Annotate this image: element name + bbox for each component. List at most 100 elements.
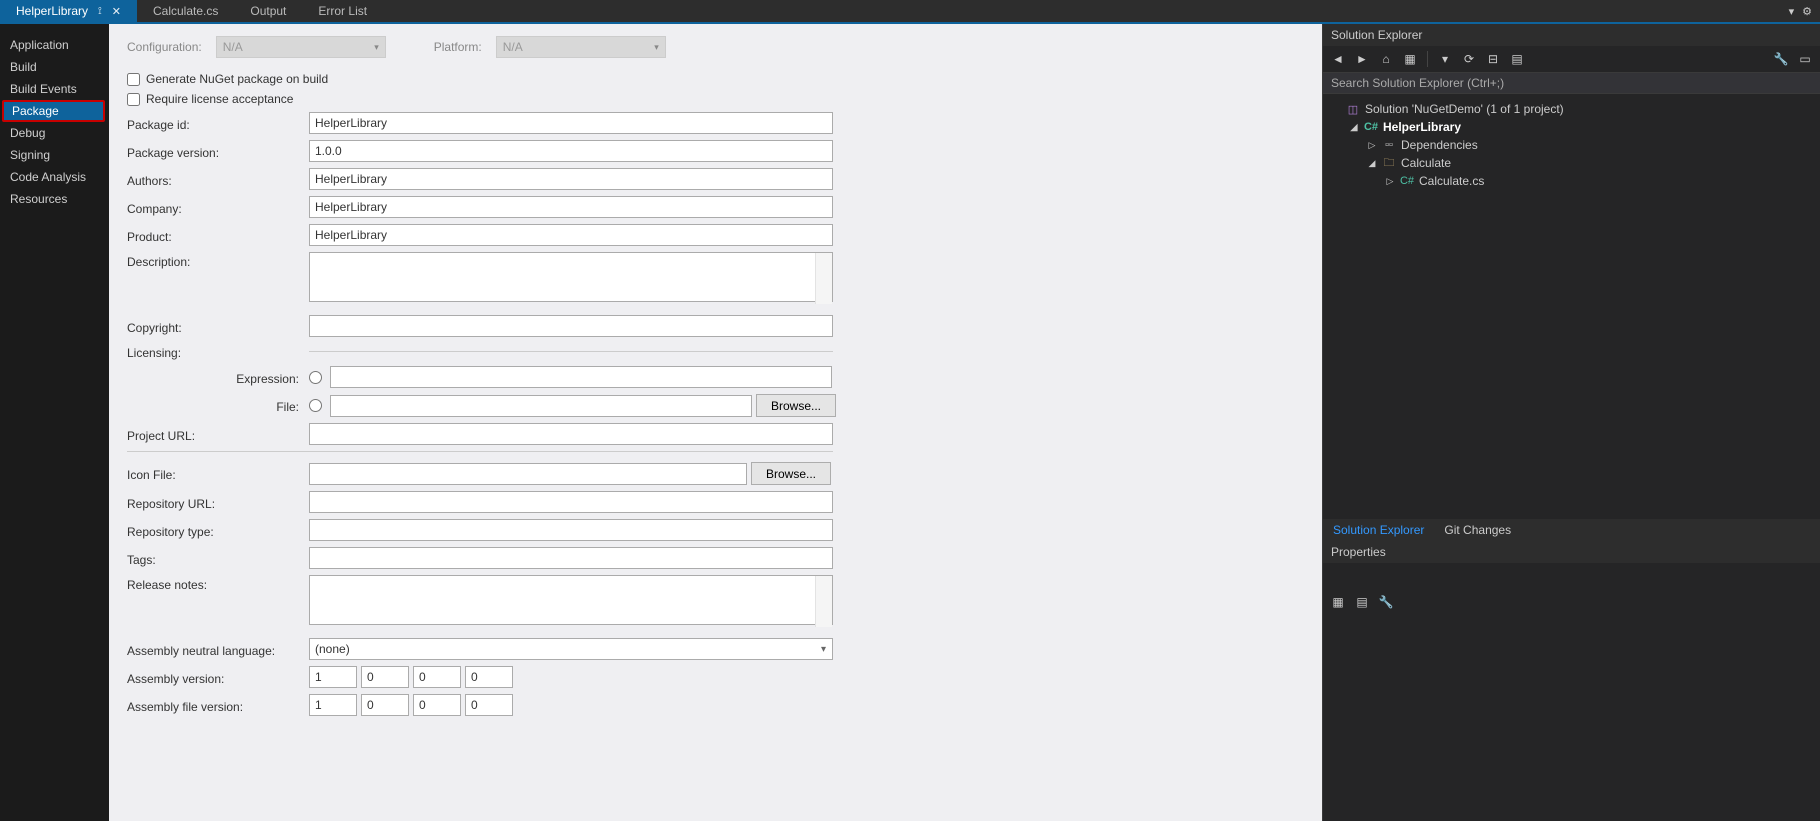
repo-type-input[interactable] xyxy=(309,519,833,541)
categorized-icon[interactable]: ▦ xyxy=(1329,593,1347,611)
close-icon[interactable]: ✕ xyxy=(112,5,121,18)
license-file-label: File: xyxy=(127,397,309,414)
asm-version-build[interactable] xyxy=(413,666,461,688)
chevron-down-icon[interactable]: ▾ xyxy=(1789,5,1795,18)
repo-url-input[interactable] xyxy=(309,491,833,513)
generate-nuget-checkbox[interactable] xyxy=(127,73,140,86)
asm-version-rev[interactable] xyxy=(465,666,513,688)
asm-file-version-minor[interactable] xyxy=(361,694,409,716)
dependencies-icon: ▫▫ xyxy=(1381,139,1397,151)
dependencies-label: Dependencies xyxy=(1401,138,1478,152)
configuration-dropdown: N/A xyxy=(216,36,386,58)
copyright-label: Copyright: xyxy=(127,318,309,335)
home-icon[interactable]: ⌂ xyxy=(1377,50,1395,68)
nav-signing[interactable]: Signing xyxy=(0,144,109,166)
nav-code-analysis[interactable]: Code Analysis xyxy=(0,166,109,188)
filter-icon[interactable]: ▾ xyxy=(1436,50,1454,68)
tab-solution-explorer[interactable]: Solution Explorer xyxy=(1323,519,1434,541)
file-node[interactable]: ▷C# Calculate.cs xyxy=(1327,172,1816,190)
license-file-input[interactable] xyxy=(330,395,752,417)
folder-label: Calculate xyxy=(1401,156,1451,170)
solution-search-input[interactable]: Search Solution Explorer (Ctrl+;) xyxy=(1323,73,1820,94)
gear-icon[interactable]: ⚙ xyxy=(1802,5,1812,18)
generate-nuget-label: Generate NuGet package on build xyxy=(146,72,328,86)
show-all-icon[interactable]: ▤ xyxy=(1508,50,1526,68)
collapse-icon[interactable]: ⊟ xyxy=(1484,50,1502,68)
file-label: Calculate.cs xyxy=(1419,174,1484,188)
nav-build-events[interactable]: Build Events xyxy=(0,78,109,100)
asm-neutral-value: (none) xyxy=(315,642,350,656)
release-notes-input[interactable] xyxy=(309,575,833,625)
configuration-label: Configuration: xyxy=(127,40,202,54)
alphabetical-icon[interactable]: ▤ xyxy=(1353,593,1371,611)
asm-neutral-dropdown[interactable]: (none) xyxy=(309,638,833,660)
icon-browse-button[interactable]: Browse... xyxy=(751,462,831,485)
tab-calculate[interactable]: Calculate.cs xyxy=(137,0,234,22)
csharp-project-icon: C# xyxy=(1363,121,1379,133)
tags-label: Tags: xyxy=(127,550,309,567)
require-license-label: Require license acceptance xyxy=(146,92,293,106)
tab-git-changes[interactable]: Git Changes xyxy=(1434,519,1521,541)
property-pages-icon[interactable]: 🔧 xyxy=(1377,593,1395,611)
tab-helperlibrary[interactable]: HelperLibrary ⟟ ✕ xyxy=(0,0,137,22)
require-license-checkbox[interactable] xyxy=(127,93,140,106)
description-input[interactable] xyxy=(309,252,833,302)
tab-output[interactable]: Output xyxy=(234,0,302,22)
product-input[interactable] xyxy=(309,224,833,246)
document-tabs: HelperLibrary ⟟ ✕ Calculate.cs Output Er… xyxy=(0,0,1820,24)
nav-application[interactable]: Application xyxy=(0,34,109,56)
platform-dropdown: N/A xyxy=(496,36,666,58)
nav-package[interactable]: Package xyxy=(2,100,105,122)
solution-icon: ◫ xyxy=(1345,103,1361,116)
refresh-icon[interactable]: ⟳ xyxy=(1460,50,1478,68)
project-node[interactable]: ◢C# HelperLibrary xyxy=(1327,118,1816,136)
authors-input[interactable] xyxy=(309,168,833,190)
csharp-file-icon: C# xyxy=(1399,175,1415,187)
package-version-label: Package version: xyxy=(127,143,309,160)
nav-resources[interactable]: Resources xyxy=(0,188,109,210)
asm-version-minor[interactable] xyxy=(361,666,409,688)
tab-errorlist[interactable]: Error List xyxy=(302,0,383,22)
forward-icon[interactable]: ► xyxy=(1353,50,1371,68)
tags-input[interactable] xyxy=(309,547,833,569)
license-browse-button[interactable]: Browse... xyxy=(756,394,836,417)
pin-icon[interactable]: ⟟ xyxy=(98,6,102,17)
license-file-radio[interactable] xyxy=(309,399,322,412)
right-panel-tabs: Solution Explorer Git Changes xyxy=(1323,519,1820,541)
copyright-input[interactable] xyxy=(309,315,833,337)
project-url-input[interactable] xyxy=(309,423,833,445)
authors-label: Authors: xyxy=(127,171,309,188)
properties-title: Properties xyxy=(1323,541,1820,563)
description-label: Description: xyxy=(127,252,309,269)
project-url-label: Project URL: xyxy=(127,426,309,443)
back-icon[interactable]: ◄ xyxy=(1329,50,1347,68)
company-input[interactable] xyxy=(309,196,833,218)
asm-version-major[interactable] xyxy=(309,666,357,688)
tab-label: Calculate.cs xyxy=(153,4,218,18)
preview-icon[interactable]: ▭ xyxy=(1796,50,1814,68)
nav-build[interactable]: Build xyxy=(0,56,109,78)
folder-node[interactable]: ◢🗀 Calculate xyxy=(1327,154,1816,172)
icon-file-input[interactable] xyxy=(309,463,747,485)
asm-version-label: Assembly version: xyxy=(127,669,309,686)
expression-input[interactable] xyxy=(330,366,832,388)
asm-file-version-rev[interactable] xyxy=(465,694,513,716)
tab-label: HelperLibrary xyxy=(16,4,88,18)
properties-icon[interactable]: 🔧 xyxy=(1772,50,1790,68)
package-id-label: Package id: xyxy=(127,115,309,132)
repo-url-label: Repository URL: xyxy=(127,494,309,511)
project-settings-nav: Application Build Build Events Package D… xyxy=(0,24,109,821)
asm-file-version-build[interactable] xyxy=(413,694,461,716)
solution-node[interactable]: ◫ Solution 'NuGetDemo' (1 of 1 project) xyxy=(1327,100,1816,118)
asm-file-version-major[interactable] xyxy=(309,694,357,716)
project-label: HelperLibrary xyxy=(1383,120,1461,134)
company-label: Company: xyxy=(127,199,309,216)
solution-explorer-toolbar: ◄ ► ⌂ ▦ ▾ ⟳ ⊟ ▤ 🔧 ▭ xyxy=(1323,46,1820,73)
package-id-input[interactable] xyxy=(309,112,833,134)
properties-toolbar: ▦ ▤ 🔧 xyxy=(1323,589,1820,615)
package-version-input[interactable] xyxy=(309,140,833,162)
expression-radio[interactable] xyxy=(309,371,322,384)
nav-debug[interactable]: Debug xyxy=(0,122,109,144)
switch-view-icon[interactable]: ▦ xyxy=(1401,50,1419,68)
dependencies-node[interactable]: ▷▫▫ Dependencies xyxy=(1327,136,1816,154)
